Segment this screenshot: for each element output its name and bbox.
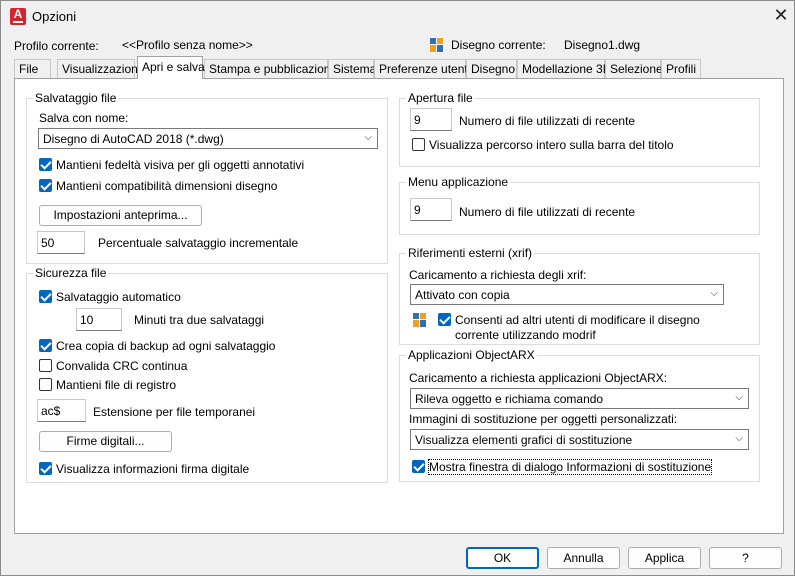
- xref-demand-value: Attivato con copia: [415, 288, 510, 302]
- drawing-size-label: Mantieni compatibilità dimensioni disegn…: [56, 179, 278, 193]
- tab-system[interactable]: Sistema: [328, 59, 376, 78]
- autosave-checkbox[interactable]: Salvataggio automatico: [39, 290, 181, 304]
- annot-fidelity-label: Mantieni fedeltà visiva per gli oggetti …: [56, 158, 305, 172]
- tab-drafting[interactable]: Disegno: [466, 59, 517, 78]
- checkbox-checked-icon: [39, 462, 52, 475]
- window-title: Opzioni: [32, 9, 77, 24]
- save-as-label: Salva con nome:: [39, 111, 129, 125]
- checkbox-unchecked-icon: [412, 138, 425, 151]
- xref-demand-label: Caricamento a richiesta degli xrif:: [409, 268, 587, 282]
- logfile-label: Mantieni file di registro: [56, 378, 177, 392]
- autosave-label: Salvataggio automatico: [56, 290, 181, 304]
- file-open-group-title: Apertura file: [406, 91, 475, 105]
- crc-label: Convalida CRC continua: [56, 359, 188, 373]
- tab-panel-open-and-save: Salvataggio file Salva con nome: Disegno…: [14, 78, 784, 534]
- tab-display[interactable]: Visualizzazione: [57, 59, 145, 78]
- app-menu-recent-input[interactable]: 9: [410, 198, 452, 221]
- annot-fidelity-checkbox[interactable]: Mantieni fedeltà visiva per gli oggetti …: [39, 158, 304, 172]
- backup-label: Crea copia di backup ad ogni salvataggio: [56, 339, 276, 353]
- arx-demand-value: Rileva oggetto e richiama comando: [415, 392, 604, 406]
- app-menu-group-title: Menu applicazione: [406, 175, 511, 189]
- xref-group: Riferimenti esterni (xrif) Caricamento a…: [399, 246, 760, 345]
- show-signature-info-label: Visualizza informazioni firma digitale: [56, 462, 250, 476]
- incremental-save-input[interactable]: 50: [37, 231, 85, 254]
- profile-label: Profilo corrente:: [14, 39, 99, 53]
- chevron-down-icon: ⌵: [364, 132, 372, 143]
- autocad-app-icon: A: [10, 8, 26, 25]
- app-menu-group: Menu applicazione 9 Numero di file utili…: [399, 175, 760, 235]
- checkbox-checked-icon: [412, 460, 425, 473]
- tab-user-preferences[interactable]: Preferenze utente: [374, 59, 474, 78]
- checkbox-checked-icon: [39, 158, 52, 171]
- autosave-minutes-input[interactable]: 10: [76, 308, 122, 331]
- incremental-save-label: Percentuale salvataggio incrementale: [98, 236, 299, 250]
- checkbox-unchecked-icon: [39, 359, 52, 372]
- crc-checkbox[interactable]: Convalida CRC continua: [39, 359, 187, 373]
- objectarx-group: Applicazioni ObjectARX Caricamento a ric…: [399, 348, 760, 482]
- checkbox-checked-icon: [438, 313, 451, 326]
- checkbox-unchecked-icon: [39, 378, 52, 391]
- cancel-button[interactable]: Annulla: [547, 547, 620, 569]
- close-icon[interactable]: ✕: [771, 5, 791, 25]
- file-save-group-title: Salvataggio file: [33, 91, 119, 105]
- file-open-recent-input[interactable]: 9: [410, 108, 452, 131]
- full-path-checkbox[interactable]: Visualizza percorso intero sulla barra d…: [412, 138, 674, 152]
- title-bar: A Opzioni ✕: [1, 1, 794, 32]
- options-dialog: A Opzioni ✕ Profilo corrente: <<Profilo …: [0, 0, 795, 576]
- tab-profiles[interactable]: Profili: [661, 59, 701, 78]
- checkbox-checked-icon: [39, 179, 52, 192]
- apply-button[interactable]: Applica: [628, 547, 701, 569]
- proxy-images-value: Visualizza elementi grafici di sostituzi…: [415, 433, 633, 447]
- proxy-info-checkbox[interactable]: Mostra finestra di dialogo Informazioni …: [412, 459, 713, 475]
- temp-extension-input[interactable]: ac$: [37, 399, 86, 422]
- temp-extension-label: Estensione per file temporanei: [93, 405, 256, 419]
- drawing-size-checkbox[interactable]: Mantieni compatibilità dimensioni disegn…: [39, 179, 277, 193]
- ok-button[interactable]: OK: [466, 547, 539, 569]
- chevron-down-icon: ⌵: [735, 433, 743, 444]
- drawing-file-icon: [413, 313, 426, 327]
- autosave-minutes-label: Minuti tra due salvataggi: [134, 313, 265, 327]
- checkbox-checked-icon: [39, 290, 52, 303]
- proxy-images-select[interactable]: Visualizza elementi grafici di sostituzi…: [410, 429, 749, 450]
- arx-demand-select[interactable]: Rileva oggetto e richiama comando ⌵: [410, 388, 749, 409]
- drawing-file-icon: [429, 37, 444, 53]
- allow-xref-edit-checkbox[interactable]: Consenti ad altri utenti di modificare i…: [438, 313, 700, 327]
- xref-demand-select[interactable]: Attivato con copia ⌵: [410, 284, 724, 305]
- thumbnail-settings-button[interactable]: Impostazioni anteprima...: [39, 205, 202, 226]
- proxy-images-label: Immagini di sostituzione per oggetti per…: [409, 412, 678, 426]
- profile-value: <<Profilo senza nome>>: [122, 38, 253, 52]
- file-save-group: Salvataggio file Salva con nome: Disegno…: [26, 91, 388, 264]
- show-signature-info-checkbox[interactable]: Visualizza informazioni firma digitale: [39, 462, 249, 476]
- tab-selection[interactable]: Selezione: [605, 59, 663, 78]
- save-as-value: Disegno di AutoCAD 2018 (*.dwg): [43, 132, 224, 146]
- tab-3d-modeling[interactable]: Modellazione 3D: [517, 59, 611, 78]
- backup-checkbox[interactable]: Crea copia di backup ad ogni salvataggio: [39, 339, 275, 353]
- drawing-value: Disegno1.dwg: [564, 38, 641, 52]
- tab-open-and-save[interactable]: Apri e salva: [137, 56, 205, 79]
- arx-demand-label: Caricamento a richiesta applicazioni Obj…: [409, 371, 668, 385]
- logfile-checkbox[interactable]: Mantieni file di registro: [39, 378, 176, 392]
- tab-file[interactable]: File: [14, 59, 51, 78]
- proxy-info-label: Mostra finestra di dialogo Informazioni …: [427, 459, 713, 475]
- help-button[interactable]: ?: [709, 547, 782, 569]
- file-open-group: Apertura file 9 Numero di file utilizzat…: [399, 91, 760, 167]
- drawing-label: Disegno corrente:: [451, 38, 546, 52]
- tab-plot-and-publish[interactable]: Stampa e pubblicazione: [204, 59, 337, 78]
- file-safety-group: Sicurezza file Salvataggio automatico 10…: [26, 266, 388, 483]
- allow-xref-edit-label-line1: Consenti ad altri utenti di modificare i…: [455, 313, 700, 327]
- xref-group-title: Riferimenti esterni (xrif): [406, 246, 535, 260]
- save-as-select[interactable]: Disegno di AutoCAD 2018 (*.dwg) ⌵: [38, 128, 378, 149]
- objectarx-group-title: Applicazioni ObjectARX: [406, 348, 537, 362]
- digital-signatures-button[interactable]: Firme digitali...: [39, 431, 172, 452]
- chevron-down-icon: ⌵: [735, 392, 743, 403]
- checkbox-checked-icon: [39, 339, 52, 352]
- chevron-down-icon: ⌵: [710, 288, 718, 299]
- app-menu-recent-label: Numero di file utilizzati di recente: [459, 205, 636, 219]
- file-open-recent-label: Numero di file utilizzati di recente: [459, 114, 636, 128]
- allow-xref-edit-label-line2: corrente utilizzando modrif: [455, 328, 596, 342]
- full-path-label: Visualizza percorso intero sulla barra d…: [429, 138, 674, 152]
- file-safety-group-title: Sicurezza file: [33, 266, 109, 280]
